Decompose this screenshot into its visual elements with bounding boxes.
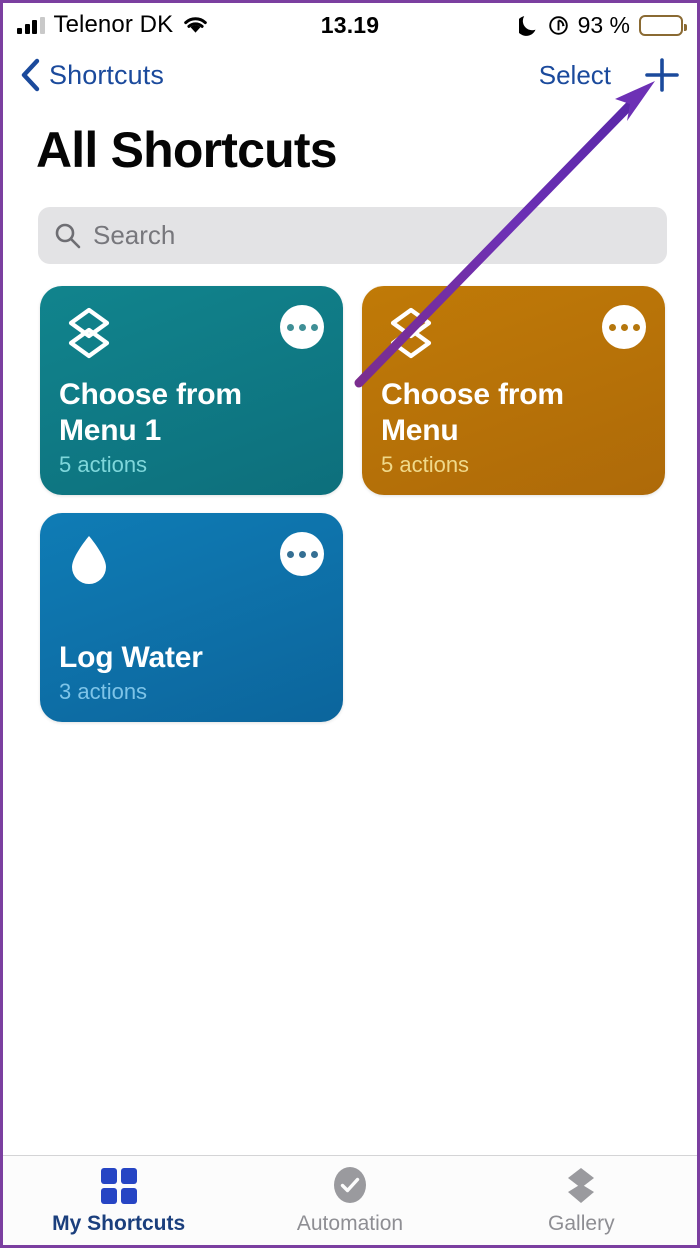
layers-stack-icon: [60, 304, 118, 362]
add-button[interactable]: [643, 56, 681, 94]
phone-screenshot-frame: Telenor DK 13.19 93 % Shortcuts Select A…: [0, 0, 700, 1248]
search-placeholder: Search: [93, 220, 176, 250]
ellipsis-icon: [620, 323, 628, 331]
card-more-button[interactable]: [280, 532, 324, 576]
ellipsis-icon: [286, 550, 294, 558]
navigation-bar: Shortcuts Select: [3, 47, 697, 103]
layers-filled-icon: [560, 1166, 602, 1206]
tab-my-shortcuts[interactable]: My Shortcuts: [3, 1156, 234, 1245]
ellipsis-icon: [310, 550, 318, 558]
search-input[interactable]: Search: [38, 207, 667, 264]
tab-label: My Shortcuts: [52, 1211, 186, 1235]
plus-icon: [643, 58, 681, 98]
card-subtitle: 3 actions: [59, 679, 148, 704]
ellipsis-icon: [608, 323, 616, 331]
status-bar-right: 93 %: [515, 11, 687, 39]
battery-icon: [639, 14, 687, 36]
shortcut-card[interactable]: Choose from Menu 1 5 actions: [40, 286, 343, 495]
card-more-button[interactable]: [280, 305, 324, 349]
card-more-button[interactable]: [602, 305, 646, 349]
shortcut-card[interactable]: Log Water 3 actions: [40, 513, 343, 722]
shortcut-grid: Choose from Menu 1 5 actions Choose from…: [40, 286, 676, 722]
tab-label: Gallery: [548, 1211, 615, 1235]
card-subtitle: 5 actions: [59, 452, 148, 477]
grid-squares-icon: [98, 1166, 140, 1206]
card-subtitle: 5 actions: [381, 452, 470, 477]
layers-stack-icon: [382, 304, 440, 362]
card-text: Log Water 3 actions: [59, 640, 324, 705]
ellipsis-icon: [298, 323, 306, 331]
card-title: Log Water: [59, 641, 203, 675]
back-button-label: Shortcuts: [49, 59, 164, 90]
status-bar: Telenor DK 13.19 93 %: [3, 3, 697, 47]
card-title: Choose from Menu 1: [59, 377, 242, 448]
ellipsis-icon: [298, 550, 306, 558]
card-text: Choose from Menu 1 5 actions: [59, 377, 324, 478]
search-icon: [54, 222, 81, 249]
do-not-disturb-moon-icon: [515, 14, 539, 36]
tab-label: Automation: [296, 1211, 404, 1235]
back-button[interactable]: Shortcuts: [19, 58, 164, 92]
shortcut-card[interactable]: Choose from Menu 5 actions: [362, 286, 665, 495]
tab-bar: My Shortcuts Automation Gallery: [3, 1155, 697, 1245]
select-button[interactable]: Select: [539, 60, 611, 91]
checkmark-circle-icon: [329, 1166, 371, 1206]
ellipsis-icon: [286, 323, 294, 331]
ellipsis-icon: [310, 323, 318, 331]
water-drop-icon: [60, 531, 118, 589]
chevron-left-icon: [19, 58, 41, 92]
navigation-bar-actions: Select: [539, 56, 681, 94]
page-title: All Shortcuts: [36, 122, 338, 178]
card-text: Choose from Menu 5 actions: [381, 377, 646, 478]
card-title: Choose from Menu: [381, 377, 564, 448]
battery-percent-label: 93 %: [577, 11, 630, 38]
rotation-lock-icon: [548, 15, 569, 36]
tab-gallery[interactable]: Gallery: [466, 1156, 697, 1245]
tab-automation[interactable]: Automation: [234, 1156, 465, 1245]
ellipsis-icon: [632, 323, 640, 331]
